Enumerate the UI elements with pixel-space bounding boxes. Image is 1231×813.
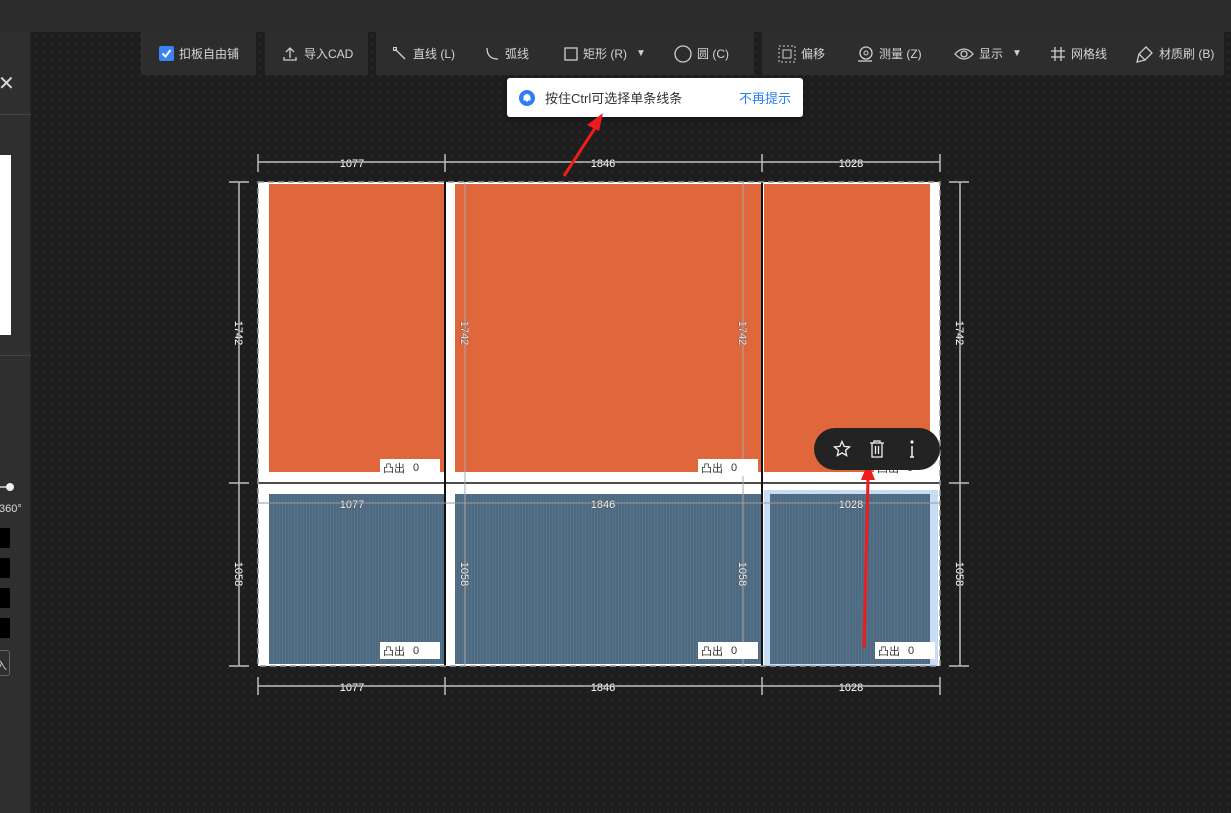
dimension-label: 1028 [839,499,863,511]
dimension-label: 1077 [340,499,364,511]
protrusion-value: 0 [413,644,420,657]
trash-icon[interactable] [865,437,889,461]
dimension-label: 1058 [736,562,748,586]
panel-protrusion-label: 凸出 0 [698,459,758,476]
protrusion-prefix: 凸出 [383,645,405,658]
protrusion-value: 0 [731,461,738,474]
protrusion-prefix: 凸出 [383,462,405,475]
dimension-label: 1846 [591,158,615,170]
dimension-label: 1058 [953,562,965,586]
panel-lower-middle[interactable] [455,494,762,664]
drawing-canvas[interactable]: 1077 1846 1028 1077 1846 1028 1077 1846 … [0,0,1231,813]
dimension-label: 1742 [736,321,748,345]
dimension-label: 1058 [458,562,470,586]
protrusion-prefix: 凸出 [878,645,900,658]
dimension-label: 1742 [953,321,965,345]
dimension-label: 1846 [591,499,615,511]
protrusion-prefix: 凸出 [701,645,723,658]
dimension-label: 1058 [232,562,244,586]
protrusion-value: 0 [413,461,420,474]
info-icon[interactable] [900,437,924,461]
panel-protrusion-label: 凸出 0 [380,642,440,659]
dimension-label: 1846 [591,682,615,694]
protrusion-value: 0 [908,644,915,657]
panel-upper-middle[interactable] [455,184,762,472]
dimension-label: 1077 [340,158,364,170]
panel-upper-left[interactable] [269,184,444,472]
dimension-label: 1742 [232,321,244,345]
panel-protrusion-label: 凸出 0 [698,642,758,659]
protrusion-prefix: 凸出 [701,462,723,475]
star-icon[interactable] [830,437,854,461]
dimension-label: 1028 [839,682,863,694]
panel-protrusion-label: 凸出 0 [380,459,440,476]
dimension-label: 1077 [340,682,364,694]
panel-lower-left[interactable] [269,494,444,664]
panel-protrusion-label: 凸出 0 [875,642,935,659]
panel-context-menu [814,428,940,470]
panel-lower-right[interactable] [770,494,930,664]
dimension-label: 1742 [458,321,470,345]
protrusion-value: 0 [731,644,738,657]
dimension-label: 1028 [839,158,863,170]
